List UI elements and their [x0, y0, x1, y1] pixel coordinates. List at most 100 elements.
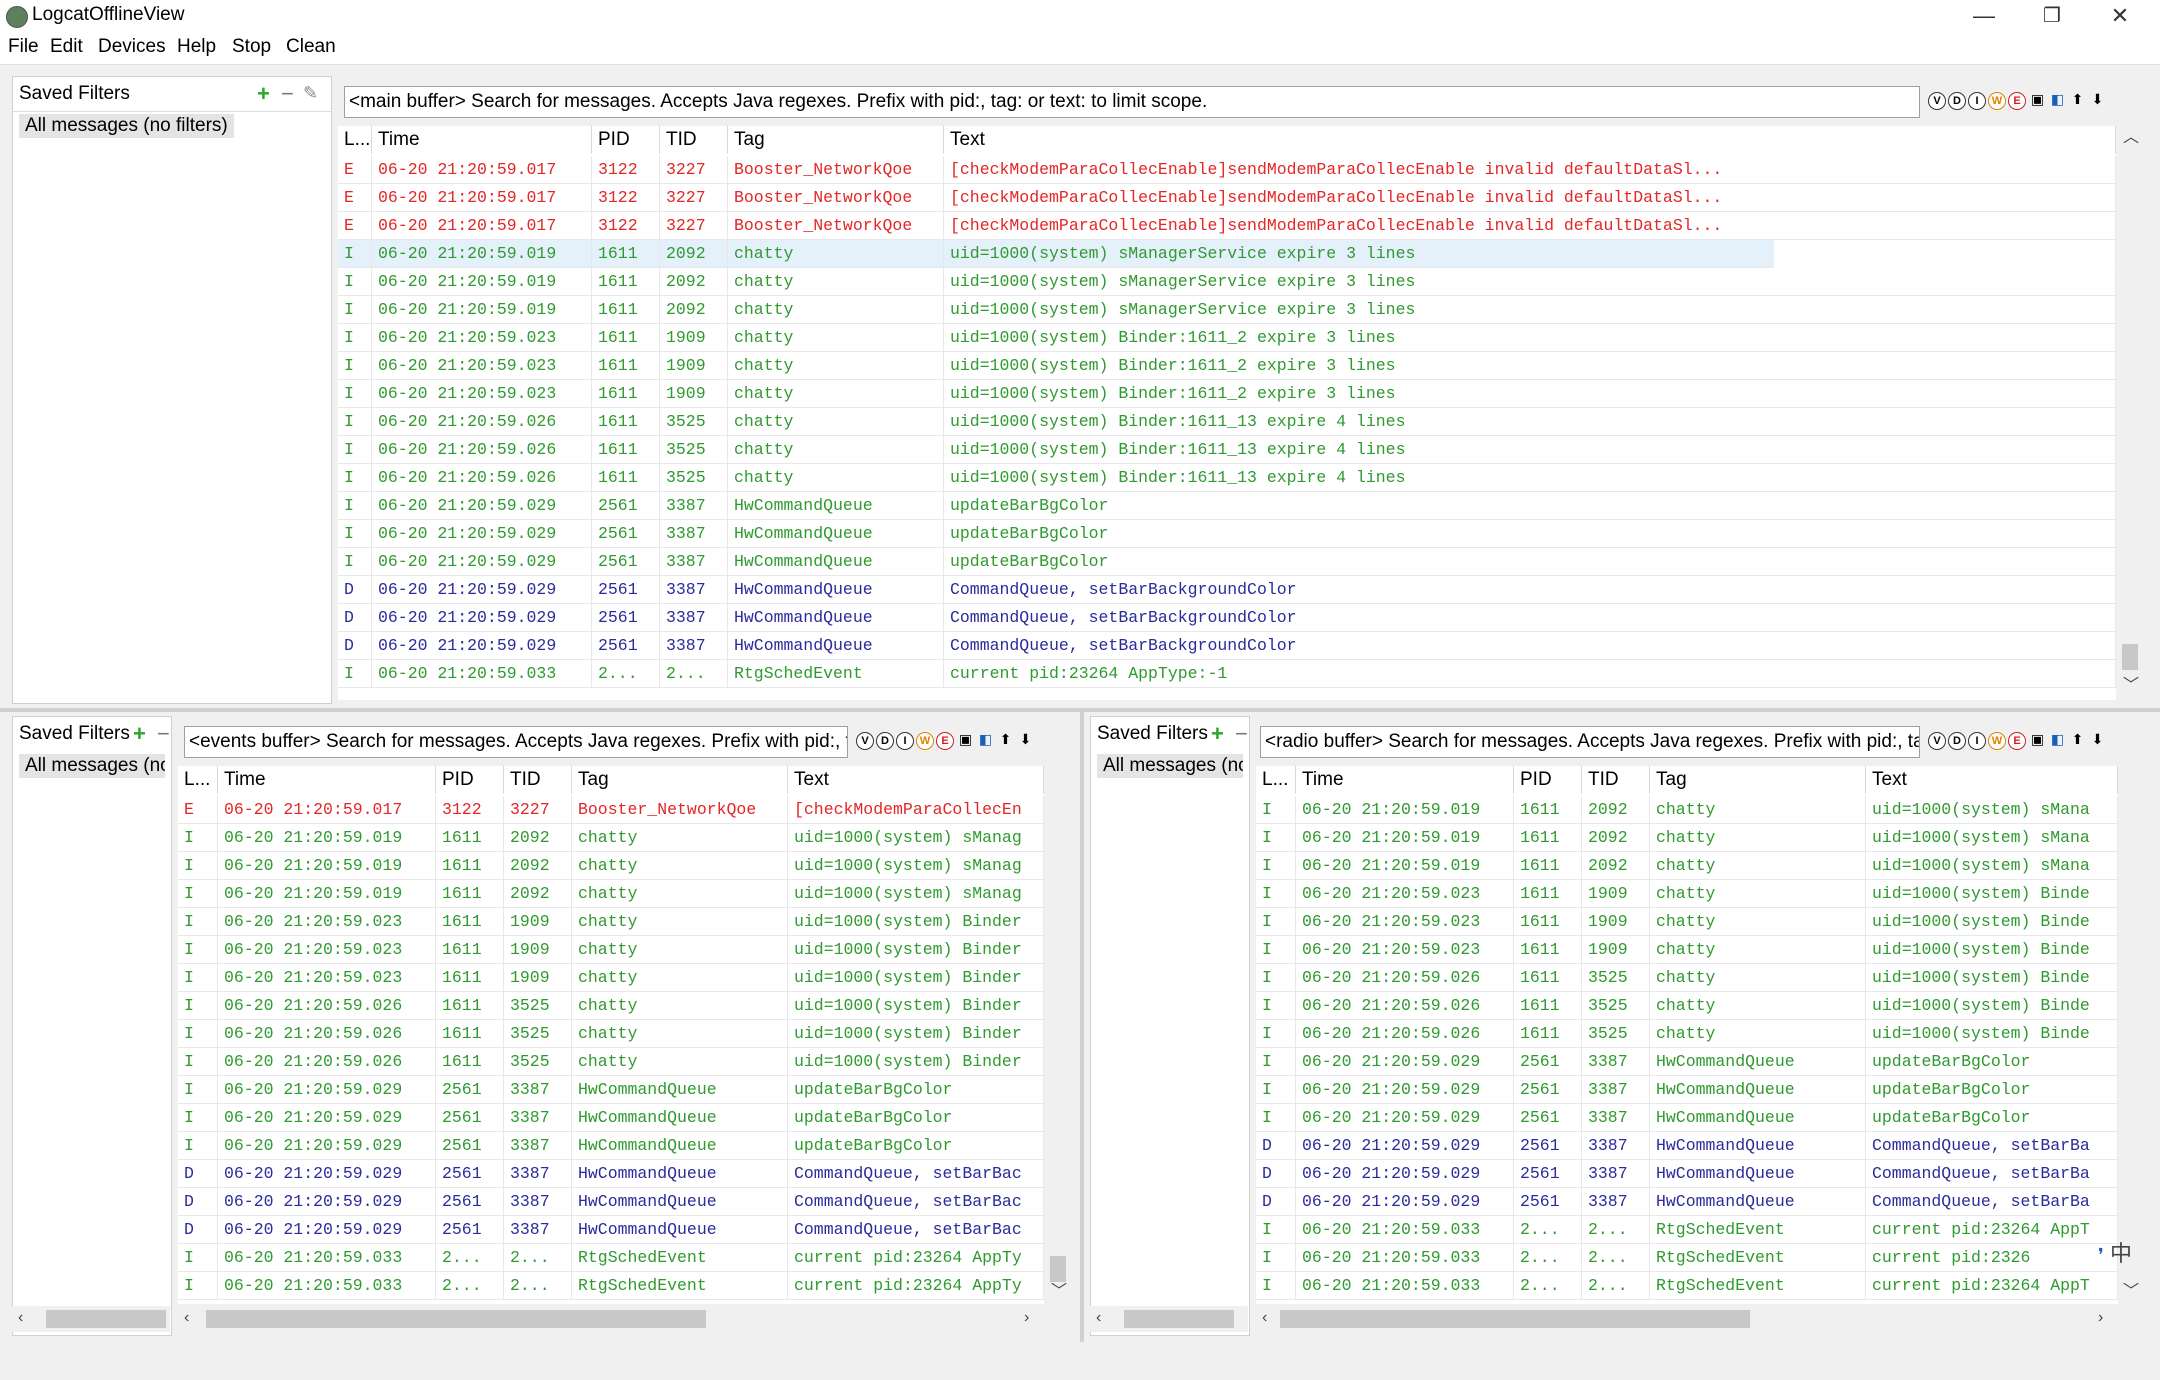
column-header-level[interactable]: L...	[178, 766, 218, 794]
table-row[interactable]: I 06-20 21:20:59.019 1611 2092 chatty uid=100…	[1256, 824, 2118, 852]
layout-icon[interactable]: ◧	[2050, 92, 2065, 107]
scroll-up-arrow-icon[interactable]: ︿	[2123, 130, 2139, 146]
table-row[interactable]: I 06-20 21:20:59.023 1611 1909 chatty uid=100…	[338, 324, 2116, 352]
scroll-left-arrow-icon[interactable]: ‹	[1096, 1310, 1101, 1326]
all-messages-filter[interactable]: All messages (no filters)	[19, 114, 234, 138]
remove-filter-icon[interactable]: −	[157, 721, 170, 747]
scroll-down-icon[interactable]: ⬇	[2090, 732, 2105, 747]
table-row[interactable]: I 06-20 21:20:59.019 1611 2092 chatty uid=100…	[178, 824, 1044, 852]
table-row[interactable]: I 06-20 21:20:59.029 2561 3387 HwCommandQueu…	[338, 492, 2116, 520]
table-row[interactable]: I 06-20 21:20:59.033 2... 2... RtgSchedEvent…	[178, 1244, 1044, 1272]
table-row[interactable]: I 06-20 21:20:59.026 1611 3525 chatty uid=100…	[338, 436, 2116, 464]
radio-vertical-scrollbar[interactable]: ﹀	[2118, 766, 2142, 1304]
info-icon[interactable]: I	[896, 732, 914, 750]
scroll-right-arrow-icon[interactable]: ›	[2098, 1310, 2103, 1326]
table-row[interactable]: D 06-20 21:20:59.029 2561 3387 HwCommandQueu…	[1256, 1160, 2118, 1188]
table-row[interactable]: I 06-20 21:20:59.023 1611 1909 chatty uid=100…	[1256, 936, 2118, 964]
debug-icon[interactable]: D	[876, 732, 894, 750]
menu-edit[interactable]: Edit	[50, 36, 83, 58]
table-row[interactable]: D 06-20 21:20:59.029 2561 3387 HwCommandQueu…	[178, 1216, 1044, 1244]
radio-search-input[interactable]: <radio buffer> Search for messages. Acce…	[1260, 726, 1920, 758]
table-row[interactable]: E 06-20 21:20:59.017 3122 3227 Booster_Netwo…	[338, 156, 2116, 184]
debug-icon[interactable]: D	[1948, 732, 1966, 750]
table-row[interactable]: D 06-20 21:20:59.029 2561 3387 HwCommandQueu…	[178, 1188, 1044, 1216]
scroll-thumb[interactable]	[2122, 644, 2138, 670]
scroll-thumb[interactable]	[1280, 1310, 1750, 1328]
error-icon[interactable]: E	[2008, 732, 2026, 750]
all-messages-filter[interactable]: All messages (no	[1097, 754, 1243, 778]
table-row[interactable]: D 06-20 21:20:59.029 2561 3387 HwCommandQueu…	[338, 576, 2116, 604]
scroll-thumb[interactable]	[46, 1310, 166, 1328]
column-header-tid[interactable]: TID	[1582, 766, 1650, 794]
table-row[interactable]: I 06-20 21:20:59.023 1611 1909 chatty uid=100…	[338, 352, 2116, 380]
scroll-up-icon[interactable]: ⬆	[998, 732, 1013, 747]
table-row[interactable]: I 06-20 21:20:59.019 1611 2092 chatty uid=100…	[338, 240, 2116, 268]
table-row[interactable]: I 06-20 21:20:59.029 2561 3387 HwCommandQueu…	[1256, 1048, 2118, 1076]
column-header-pid[interactable]: PID	[1514, 766, 1582, 794]
table-row[interactable]: I 06-20 21:20:59.019 1611 2092 chatty uid=100…	[178, 880, 1044, 908]
column-header-tag[interactable]: Tag	[1650, 766, 1866, 794]
vertical-splitter[interactable]	[1080, 712, 1084, 1342]
scroll-down-icon[interactable]: ⬇	[1018, 732, 1033, 747]
table-row[interactable]: I 06-20 21:20:59.023 1611 1909 chatty uid=100…	[1256, 908, 2118, 936]
error-icon[interactable]: E	[936, 732, 954, 750]
table-row[interactable]: D 06-20 21:20:59.029 2561 3387 HwCommandQueu…	[1256, 1188, 2118, 1216]
add-filter-icon[interactable]: +	[1211, 721, 1224, 747]
column-header-text[interactable]: Text	[788, 766, 1044, 794]
scroll-thumb[interactable]	[1124, 1310, 1234, 1328]
scroll-up-icon[interactable]: ⬆	[2070, 92, 2085, 107]
scroll-down-icon[interactable]: ⬇	[2090, 92, 2105, 107]
table-row[interactable]: I 06-20 21:20:59.019 1611 2092 chatty uid=100…	[178, 852, 1044, 880]
table-row[interactable]: I 06-20 21:20:59.029 2561 3387 HwCommandQueu…	[178, 1076, 1044, 1104]
column-header-time[interactable]: Time	[372, 126, 592, 154]
column-header-level[interactable]: L...	[1256, 766, 1296, 794]
menu-clean[interactable]: Clean	[286, 36, 336, 58]
column-header-text[interactable]: Text	[1866, 766, 2118, 794]
info-icon[interactable]: I	[1968, 732, 1986, 750]
save-icon[interactable]: ▣	[2030, 92, 2045, 107]
table-row[interactable]: D 06-20 21:20:59.029 2561 3387 HwCommandQueu…	[1256, 1132, 2118, 1160]
table-row[interactable]: I 06-20 21:20:59.026 1611 3525 chatty uid=100…	[338, 464, 2116, 492]
warn-icon[interactable]: W	[1988, 92, 2006, 110]
table-row[interactable]: I 06-20 21:20:59.026 1611 3525 chatty uid=100…	[178, 1048, 1044, 1076]
save-icon[interactable]: ▣	[958, 732, 973, 747]
table-row[interactable]: I 06-20 21:20:59.033 2... 2... RtgSchedEvent…	[178, 1272, 1044, 1300]
table-row[interactable]: E 06-20 21:20:59.017 3122 3227 Booster_Netwo…	[178, 796, 1044, 824]
table-row[interactable]: D 06-20 21:20:59.029 2561 3387 HwCommandQueu…	[338, 604, 2116, 632]
column-header-tid[interactable]: TID	[660, 126, 728, 154]
layout-icon[interactable]: ◧	[978, 732, 993, 747]
radio-filters-hscroll[interactable]: ‹	[1090, 1306, 1248, 1332]
table-row[interactable]: I 06-20 21:20:59.026 1611 3525 chatty uid=100…	[1256, 964, 2118, 992]
remove-filter-icon[interactable]: −	[281, 81, 294, 107]
scroll-right-arrow-icon[interactable]: ›	[1024, 1310, 1029, 1326]
scroll-down-arrow-icon[interactable]: ﹀	[2123, 1284, 2139, 1300]
table-row[interactable]: I 06-20 21:20:59.029 2561 3387 HwCommandQueu…	[338, 520, 2116, 548]
menu-file[interactable]: File	[8, 36, 39, 58]
table-row[interactable]: I 06-20 21:20:59.033 2... 2... RtgSchedEvent…	[338, 660, 2116, 688]
events-vertical-scrollbar[interactable]: ﹀	[1046, 766, 1070, 1304]
menu-help[interactable]: Help	[177, 36, 216, 58]
scroll-thumb[interactable]	[206, 1310, 706, 1328]
table-row[interactable]: I 06-20 21:20:59.026 1611 3525 chatty uid=100…	[178, 1020, 1044, 1048]
edit-filter-icon[interactable]: ✎	[303, 83, 318, 104]
table-row[interactable]: I 06-20 21:20:59.026 1611 3525 chatty uid=100…	[178, 992, 1044, 1020]
remove-filter-icon[interactable]: −	[1235, 721, 1248, 747]
main-vertical-scrollbar[interactable]: ︿ ﹀	[2118, 126, 2142, 700]
table-row[interactable]: I 06-20 21:20:59.029 2561 3387 HwCommandQueu…	[178, 1104, 1044, 1132]
column-header-tag[interactable]: Tag	[572, 766, 788, 794]
table-row[interactable]: I 06-20 21:20:59.033 2... 2... RtgSchedEvent…	[1256, 1216, 2118, 1244]
scroll-left-arrow-icon[interactable]: ‹	[1262, 1310, 1267, 1326]
table-row[interactable]: I 06-20 21:20:59.019 1611 2092 chatty uid=100…	[1256, 852, 2118, 880]
layout-icon[interactable]: ◧	[2050, 732, 2065, 747]
events-filters-hscroll[interactable]: ‹	[12, 1306, 170, 1332]
table-row[interactable]: D 06-20 21:20:59.029 2561 3387 HwCommandQueu…	[178, 1160, 1044, 1188]
column-header-text[interactable]: Text	[944, 126, 2116, 154]
scroll-left-arrow-icon[interactable]: ‹	[18, 1310, 23, 1326]
ime-indicator-icon[interactable]: ❜ 中	[2098, 1236, 2132, 1268]
column-header-pid[interactable]: PID	[436, 766, 504, 794]
scroll-down-arrow-icon[interactable]: ﹀	[2123, 678, 2139, 694]
main-search-input[interactable]: <main buffer> Search for messages. Accep…	[344, 86, 1920, 118]
add-filter-icon[interactable]: +	[257, 81, 270, 107]
restore-button[interactable]: ❐	[2022, 0, 2082, 32]
table-row[interactable]: I 06-20 21:20:59.033 2... 2... RtgSchedEvent…	[1256, 1272, 2118, 1300]
